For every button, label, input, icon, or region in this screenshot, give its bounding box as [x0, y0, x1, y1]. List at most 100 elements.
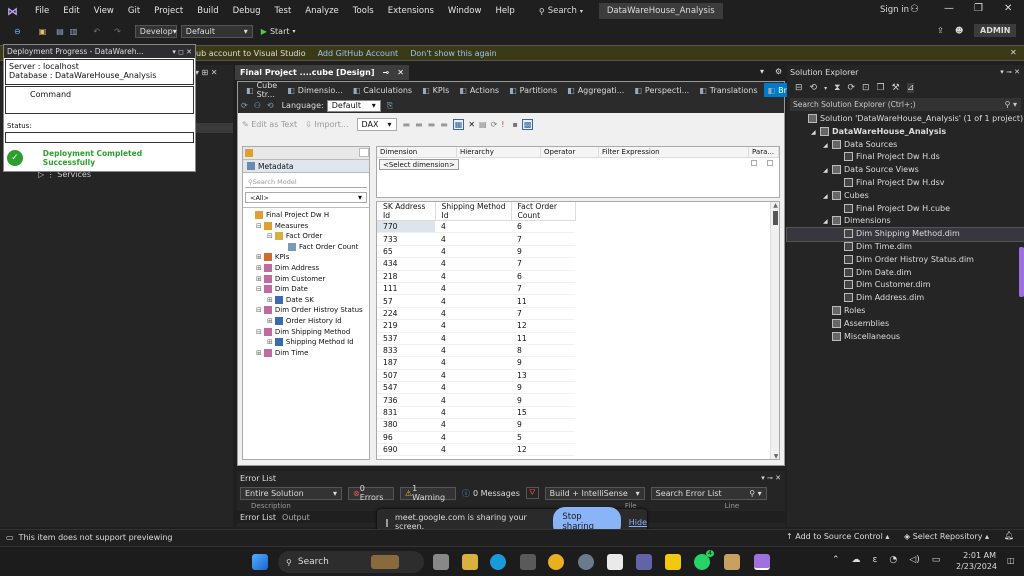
- clock[interactable]: 2:01 AM 2/23/2024: [956, 550, 997, 572]
- table-row[interactable]: 218 4 6: [377, 270, 575, 283]
- grid-cell[interactable]: 5: [511, 455, 575, 459]
- metadata-node[interactable]: ⊞ KPIs: [245, 252, 369, 263]
- tab-overflow-icon[interactable]: ▾: [760, 67, 764, 76]
- grid-cell[interactable]: 7: [511, 307, 575, 321]
- solution-node[interactable]: Assemblies: [787, 318, 1024, 331]
- grid-cell[interactable]: 232: [377, 455, 435, 459]
- grid-cell[interactable]: 9: [511, 381, 575, 395]
- file-explorer-icon[interactable]: [462, 554, 478, 570]
- taskbar-search[interactable]: ⚲ Search: [278, 551, 424, 573]
- filter-column-filter-expression[interactable]: Filter Expression: [599, 146, 749, 158]
- feedback-icon[interactable]: ☻: [955, 26, 963, 35]
- mail-icon[interactable]: [520, 554, 536, 570]
- collapse-icon[interactable]: ⊡: [862, 83, 870, 93]
- table-row[interactable]: 219 4 12: [377, 319, 575, 333]
- filter-column-operator[interactable]: Operator: [541, 146, 599, 158]
- toolbar-icons[interactable]: ▬▬▬▬: [403, 120, 453, 129]
- grid-cell[interactable]: 7: [511, 257, 575, 271]
- grid-cell[interactable]: 547: [377, 381, 435, 395]
- menu-git[interactable]: Git: [128, 6, 140, 16]
- warnings-filter-button[interactable]: ⚠ 1 Warning: [400, 484, 456, 502]
- pending-icon[interactable]: ⧗: [834, 83, 840, 93]
- expand-icon[interactable]: ⊞: [267, 317, 273, 325]
- grid-cell[interactable]: 770: [377, 220, 435, 234]
- table-row[interactable]: 111 4 7: [377, 282, 575, 296]
- metadata-node[interactable]: ⊞ Date SK: [245, 295, 369, 306]
- filter-checkbox[interactable]: [751, 160, 757, 166]
- grid-cell[interactable]: 12: [511, 319, 575, 333]
- design-mode-icon[interactable]: ▤: [479, 120, 487, 129]
- grid-cell[interactable]: 8: [511, 344, 575, 358]
- table-row[interactable]: 733 4 7: [377, 232, 575, 246]
- sync-icon[interactable]: ⟲: [810, 83, 818, 93]
- chrome-icon[interactable]: [548, 554, 564, 570]
- panel-controls[interactable]: ▾ ⊸ ✕: [761, 474, 781, 482]
- solution-node[interactable]: ◢ Data Sources: [787, 139, 1024, 152]
- search-model-input[interactable]: ⚲ Search Model: [245, 176, 367, 188]
- grid-cell[interactable]: 65: [377, 245, 435, 259]
- collapse-icon[interactable]: ⊟: [256, 222, 262, 230]
- dont-show-link[interactable]: Don't show this again: [410, 49, 497, 58]
- grid-cell[interactable]: 9: [511, 356, 575, 370]
- teams-icon[interactable]: [636, 554, 652, 570]
- solution-node[interactable]: Roles: [787, 305, 1024, 318]
- expand-icon[interactable]: ⊞: [267, 338, 273, 346]
- refresh-icon[interactable]: ⟳: [847, 83, 855, 93]
- grid-cell[interactable]: 9: [511, 393, 575, 407]
- grid-cell[interactable]: 111: [377, 282, 435, 296]
- solution-explorer-search[interactable]: Search Solution Explorer (Ctrl+;) ⚲ ▾: [790, 98, 1021, 111]
- tab-perspecti[interactable]: ◧ Perspecti...: [630, 83, 693, 97]
- back-icon[interactable]: ⊖: [14, 27, 21, 36]
- metadata-node[interactable]: Final Project Dw H: [245, 210, 369, 221]
- grid-column-fact-order-count[interactable]: Fact Order Count: [511, 202, 576, 221]
- task-view-icon[interactable]: [433, 554, 449, 570]
- notifications-icon[interactable]: 🔔︎: [1004, 531, 1014, 540]
- description-column[interactable]: Description: [251, 502, 291, 510]
- tab-calculations[interactable]: ◧ Calculations: [349, 83, 416, 97]
- visual-studio-icon[interactable]: [754, 554, 770, 570]
- cancel-query-icon[interactable]: ✕: [468, 120, 475, 129]
- settings-app-icon[interactable]: [578, 554, 594, 570]
- metadata-node[interactable]: ⊟ Measures: [245, 221, 369, 232]
- solution-node[interactable]: Final Project Dw H.ds: [787, 151, 1024, 164]
- expand-icon[interactable]: ⊞: [256, 264, 262, 272]
- grid-cell[interactable]: 6: [511, 270, 575, 283]
- grid-column-shipping-method-id[interactable]: Shipping Method Id: [435, 202, 512, 221]
- volume-icon[interactable]: ◁): [909, 555, 919, 565]
- grid-cell[interactable]: 4: [435, 344, 511, 358]
- solution-node[interactable]: Dim Shipping Method.dim: [786, 227, 1024, 242]
- platform-dropdown[interactable]: Default ▾: [180, 24, 253, 38]
- metadata-node[interactable]: ⊞ Order History Id: [245, 316, 369, 327]
- grid-cell[interactable]: 4: [435, 245, 511, 259]
- collapse-icon[interactable]: ⊟: [267, 232, 273, 240]
- restore-icon[interactable]: ❐: [974, 3, 983, 14]
- grid-cell[interactable]: 380: [377, 418, 435, 432]
- tab-actions[interactable]: ◧ Actions: [455, 83, 503, 97]
- back-icon[interactable]: ⊟: [795, 83, 803, 93]
- grid-cell[interactable]: 15: [511, 406, 575, 420]
- solution-node[interactable]: Dim Address.dim: [787, 292, 1024, 305]
- scroll-down-icon[interactable]: ▼: [771, 453, 779, 459]
- new-item-icon[interactable]: ▣: [39, 27, 47, 36]
- properties-icon[interactable]: ⚒: [892, 83, 900, 93]
- collapse-icon[interactable]: ⊟: [256, 328, 262, 336]
- auto-execute-icon[interactable]: ⟳: [491, 120, 498, 129]
- solution-node[interactable]: Dim Customer.dim: [787, 279, 1024, 292]
- menu-file[interactable]: File: [35, 6, 49, 16]
- tab-translations[interactable]: ◧ Translations: [695, 83, 761, 97]
- search-error-list-input[interactable]: Search Error List ⚲ ▾: [650, 486, 767, 500]
- panel-controls[interactable]: ▾ ⊸ ✕: [1000, 68, 1020, 76]
- menu-extensions[interactable]: Extensions: [388, 6, 434, 16]
- solution-node[interactable]: Miscellaneous: [787, 331, 1024, 344]
- table-row[interactable]: 547 4 9: [377, 381, 575, 395]
- grid-cell[interactable]: 690: [377, 443, 435, 457]
- solution-node[interactable]: Dim Date.dim: [787, 267, 1024, 280]
- grid-cell[interactable]: 218: [377, 270, 435, 283]
- edge-icon[interactable]: [490, 554, 506, 570]
- grid-cell[interactable]: 9: [511, 245, 575, 259]
- grid-cell[interactable]: 4: [435, 294, 511, 308]
- chevron-up-icon[interactable]: ⌃: [832, 555, 840, 565]
- grid-cell[interactable]: 4: [435, 232, 511, 246]
- metadata-node[interactable]: ⊟ Dim Date: [245, 284, 369, 295]
- menu-tools[interactable]: Tools: [353, 6, 374, 16]
